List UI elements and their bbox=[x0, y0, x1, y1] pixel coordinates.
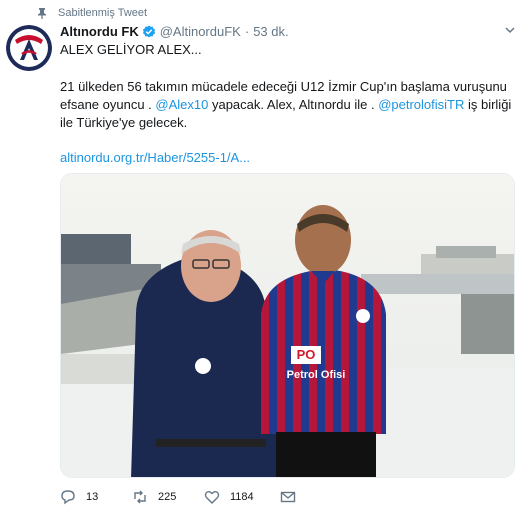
tweet-link[interactable]: altinordu.org.tr/Haber/5255-1/A... bbox=[60, 150, 250, 165]
pinned-tweet-indicator: Sabitlenmiş Tweet bbox=[36, 6, 147, 20]
tweet-header: Altınordu FK @AltinorduFK · 53 dk. bbox=[60, 24, 289, 39]
retweet-count: 225 bbox=[158, 491, 177, 503]
photo-illustration: PO Petrol Ofisi bbox=[61, 174, 514, 477]
like-button[interactable]: 1184 bbox=[204, 487, 254, 507]
like-count: 1184 bbox=[230, 491, 254, 503]
reply-button[interactable]: 13 bbox=[60, 487, 98, 507]
retweet-icon bbox=[134, 490, 146, 504]
tweet-timestamp[interactable]: 53 dk. bbox=[253, 24, 288, 39]
direct-message-button[interactable] bbox=[280, 487, 296, 507]
retweet-button[interactable]: 225 bbox=[132, 487, 176, 507]
mention-petrolofisi[interactable]: @petrolofisiTR bbox=[378, 97, 464, 112]
verified-badge-icon bbox=[142, 25, 155, 37]
account-handle[interactable]: @AltinorduFK bbox=[160, 24, 241, 39]
svg-text:PO: PO bbox=[297, 347, 316, 362]
tweet-text-paragraph: 21 ülkeden 56 takımın mücadele edeceği U… bbox=[60, 78, 515, 132]
altinordu-logo bbox=[6, 25, 52, 71]
tweet-actions: 13 225 1184 bbox=[60, 487, 380, 507]
mention-alex10[interactable]: @Alex10 bbox=[155, 97, 208, 112]
tweet-photo[interactable]: PO Petrol Ofisi bbox=[60, 173, 515, 478]
photo-jersey-text: Petrol Ofisi bbox=[287, 369, 346, 381]
heart-icon bbox=[204, 491, 220, 504]
pin-icon bbox=[38, 8, 46, 19]
tweet-text-line1: ALEX GELİYOR ALEX... bbox=[60, 42, 202, 57]
avatar[interactable] bbox=[6, 25, 52, 71]
envelope-icon bbox=[280, 491, 296, 503]
reply-icon bbox=[61, 490, 75, 505]
reply-count: 13 bbox=[86, 491, 99, 503]
separator-dot: · bbox=[244, 24, 250, 39]
chevron-down-icon[interactable] bbox=[504, 24, 516, 36]
pinned-label: Sabitlenmiş Tweet bbox=[58, 7, 148, 19]
account-name[interactable]: Altınordu FK bbox=[60, 24, 139, 39]
tweet-text-part2: yapacak. Alex, Altınordu ile . bbox=[208, 97, 379, 112]
